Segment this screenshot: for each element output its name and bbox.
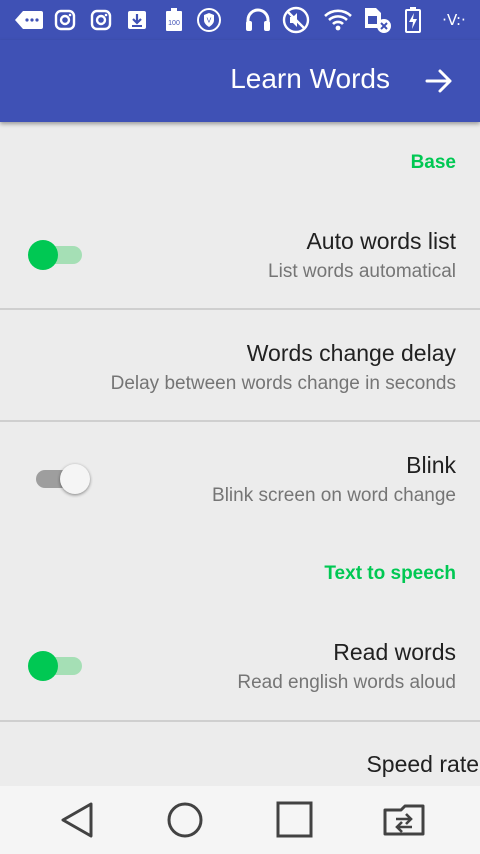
- headphones-icon: [243, 8, 273, 32]
- recents-icon[interactable]: [272, 800, 316, 840]
- pref-speed-rate[interactable]: Speed rate: [0, 722, 480, 786]
- switch-thumb: [60, 464, 90, 494]
- app-bar-title: Learn Words: [230, 63, 390, 94]
- blink-switch[interactable]: [28, 462, 90, 494]
- pref-title: Auto words list: [306, 228, 456, 254]
- keyboard-back-icon: [14, 8, 44, 32]
- shield-icon: V: [197, 8, 221, 32]
- screen-rotate-icon[interactable]: [381, 800, 425, 840]
- pref-title: Speed rate: [366, 751, 479, 777]
- pref-summary: List words automatical: [268, 261, 456, 282]
- settings-list: Base Auto words list List words automati…: [0, 122, 480, 786]
- pref-summary: Blink screen on word change: [212, 485, 456, 506]
- auto-words-list-switch[interactable]: [28, 238, 88, 270]
- pref-summary: Delay between words change in seconds: [110, 373, 456, 394]
- back-icon[interactable]: [57, 800, 101, 840]
- status-text: ·V:·: [442, 11, 466, 29]
- switch-thumb: [28, 651, 58, 681]
- app-bar: Learn Words: [0, 40, 480, 122]
- battery-100-icon: 100: [162, 8, 186, 32]
- battery-charging-icon: [403, 7, 423, 33]
- instagram-icon: [53, 8, 77, 32]
- pref-title: Read words: [333, 639, 456, 665]
- mute-icon: [281, 6, 311, 34]
- category-base: Base: [410, 152, 456, 173]
- pref-blink[interactable]: Blink Blink screen on word change: [0, 422, 480, 532]
- pref-auto-words-list[interactable]: Auto words list List words automatical: [0, 204, 480, 308]
- sim-no-signal-icon: [362, 8, 394, 33]
- pref-summary: Read english words aloud: [237, 672, 456, 693]
- wifi-icon: [322, 8, 354, 32]
- arrow-right-icon[interactable]: [422, 64, 456, 98]
- instagram-icon: [89, 8, 113, 32]
- svg-text:100: 100: [168, 20, 180, 27]
- read-words-switch[interactable]: [28, 649, 88, 681]
- status-bar: 100 V ·V:·: [0, 0, 480, 40]
- pref-words-change-delay[interactable]: Words change delay Delay between words c…: [0, 310, 480, 420]
- download-icon: [125, 8, 149, 32]
- category-text-to-speech: Text to speech: [324, 563, 456, 584]
- pref-read-words[interactable]: Read words Read english words aloud: [0, 616, 480, 720]
- navigation-bar: [0, 786, 480, 854]
- pref-title: Words change delay: [246, 340, 456, 366]
- switch-thumb: [28, 240, 58, 270]
- home-icon[interactable]: [163, 800, 207, 840]
- pref-title: Blink: [406, 452, 456, 478]
- svg-text:V: V: [207, 18, 212, 25]
